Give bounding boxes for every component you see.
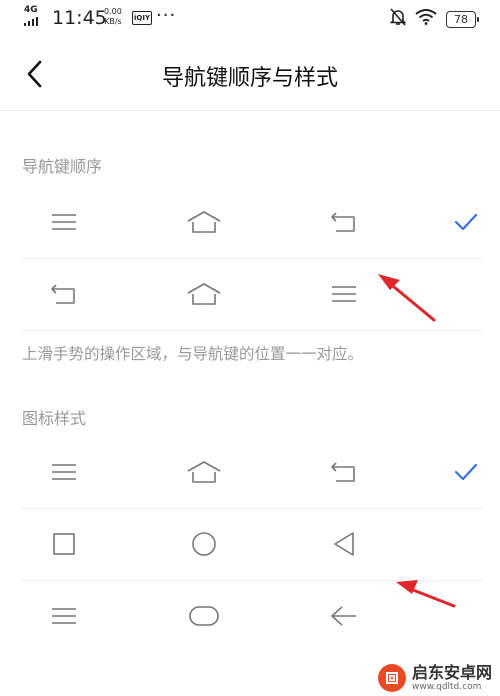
signal-icon: 4G [24,6,38,26]
home-icon [184,452,224,492]
pill-icon [184,596,224,636]
battery-icon: 78 [446,10,479,28]
clock: 11:45 [52,7,107,29]
watermark-logo-icon [377,664,406,692]
menu-icon [44,202,84,242]
back-icon [44,274,84,314]
menu-icon [324,274,364,314]
watermark: 启东安卓网 www.qdltd.com [377,663,492,692]
section-title-style: 图标样式 [22,409,87,428]
home-icon [184,202,224,242]
back-icon [324,452,364,492]
back-icon [324,202,364,242]
check-icon [446,202,486,242]
watermark-url: www.qdltd.com [411,682,482,692]
watermark-name: 启东安卓网 [411,663,492,682]
triangle-icon [324,524,364,564]
menu-icon [44,596,84,636]
wifi-icon [415,9,437,29]
arrow-left-icon [324,596,364,636]
order-option-1[interactable] [22,186,482,259]
order-option-2[interactable] [22,258,482,331]
menu-icon [44,452,84,492]
page-title: 导航键顺序与样式 [161,66,338,91]
square-icon [44,524,84,564]
app-notification-icon: iQIY [132,11,152,25]
status-bar: 4G 11:45 0.00 KB/s iQIY ··· 78 [0,0,500,38]
section-title-order: 导航键顺序 [22,157,103,176]
network-speed: 0.00 KB/s [104,7,122,26]
gesture-hint: 上滑手势的操作区域，与导航键的位置一一对应。 [22,345,364,363]
style-option-1[interactable] [22,436,482,509]
mute-bell-icon [389,8,407,30]
home-icon [184,274,224,314]
style-option-2[interactable] [22,508,482,581]
more-notifications-icon: ··· [156,5,177,26]
style-option-3[interactable] [22,580,482,652]
check-icon [446,452,486,492]
circle-icon [184,524,224,564]
header: 导航键顺序与样式 [0,38,500,111]
